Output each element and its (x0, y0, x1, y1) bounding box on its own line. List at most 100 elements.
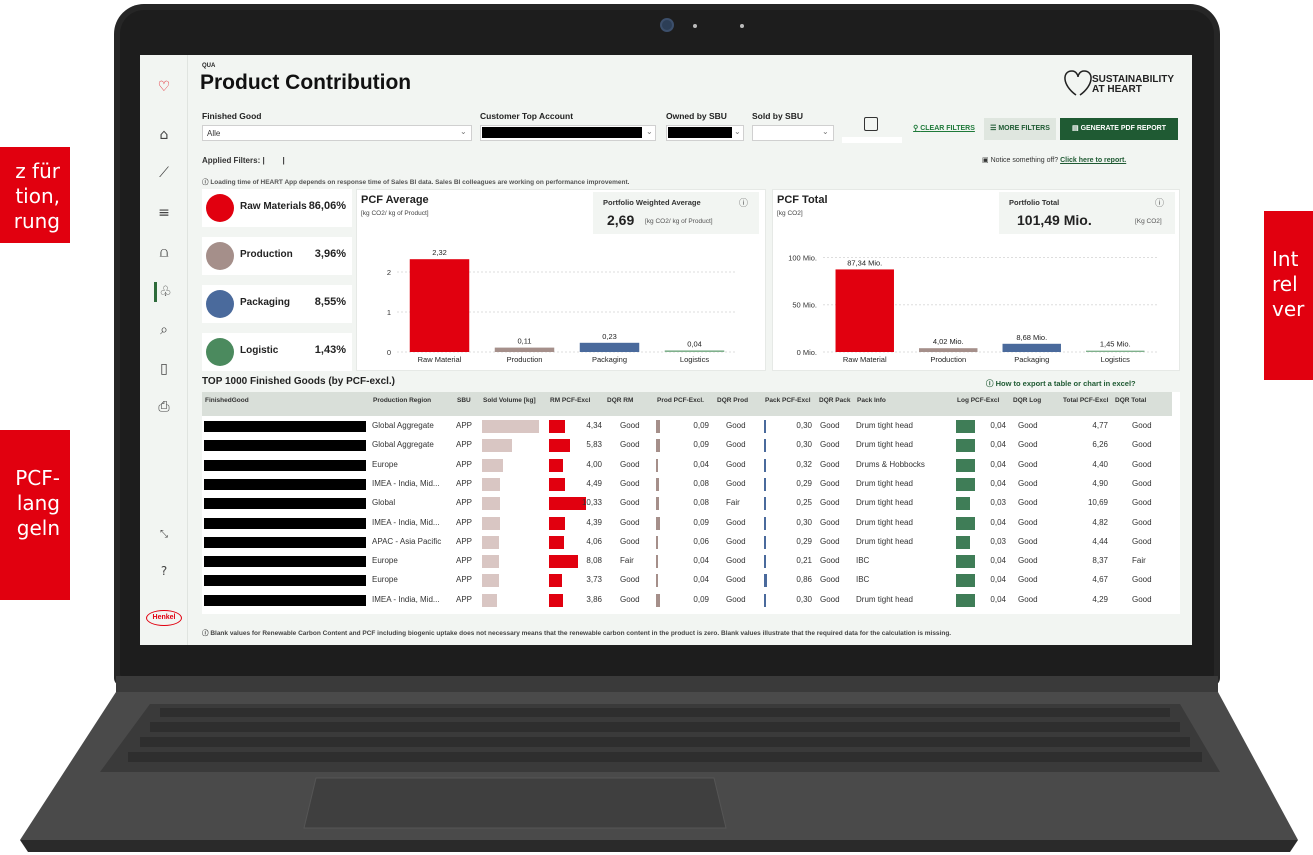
table-row[interactable]: Europe APP 8,08 Fair 0,04 Good 0,21 Good IBC 0,04… (202, 553, 1180, 570)
rm-pcf-value: 5,83 (586, 440, 602, 450)
table-row[interactable]: Global Aggregate APP 5,83 Good 0,09 Good 0,30 G… (202, 437, 1180, 454)
raw-materials-icon (206, 194, 234, 222)
generate-pdf-report-button[interactable]: ▤ GENERATE PDF REPORT (1060, 118, 1178, 140)
dqr-log-cell: Good (1018, 478, 1038, 488)
growth-icon[interactable]: ⌕ (154, 320, 174, 340)
column-header[interactable]: DQR Pack (816, 392, 854, 416)
dqr-prod-cell: Good (726, 536, 746, 546)
kpi-unit: [Kg CO2] (1135, 218, 1162, 225)
callout-left-top: z für tion, rung (0, 147, 70, 243)
generate-report-label: GENERATE PDF REPORT (1080, 125, 1166, 132)
y-tick-label: 1 (387, 308, 391, 317)
x-tick-label: Logistics (1101, 355, 1130, 364)
portfolio-weighted-average-kpi: Portfolio Weighted Average ⓘ 2,69 [kg CO… (593, 192, 759, 234)
redacted-finished-good (204, 440, 366, 452)
column-header[interactable]: DQR Prod (714, 392, 762, 416)
column-header[interactable]: Pack Info (854, 392, 954, 416)
data-label: 0,11 (517, 337, 531, 346)
production-region-cell: IMEA - India, Mid... (372, 594, 440, 604)
category-packaging[interactable]: Packaging 8,55% (202, 285, 352, 323)
column-header[interactable]: SBU (454, 392, 480, 416)
bar (579, 342, 640, 352)
callout-line: rung (13, 209, 60, 233)
column-header[interactable]: Prod PCF-Excl. (654, 392, 714, 416)
sold-volume-bar (482, 574, 499, 588)
table-row[interactable]: Europe APP 4,00 Good 0,04 Good 0,32 Good Drums &… (202, 457, 1180, 474)
print-icon[interactable]: ⎙ (154, 397, 174, 417)
product-icon[interactable]: ♧ (154, 282, 174, 302)
x-tick-label: Production (507, 355, 543, 364)
pack-pcf-value: 0,30 (796, 440, 812, 450)
category-raw-materials[interactable]: Raw Materials 86,06% (202, 189, 352, 227)
sold-volume-bar (482, 420, 539, 433)
info-icon[interactable]: ⓘ (1155, 196, 1164, 209)
table-row[interactable]: IMEA - India, Mid... APP 4,49 Good 0,08 Good 0… (202, 476, 1180, 493)
logo-text: SUSTAINABILITY AT HEART (1092, 74, 1174, 95)
kpi-unit: [kg CO2/ kg of Product] (645, 218, 713, 225)
column-header[interactable]: FinishedGood (202, 392, 370, 416)
table-row[interactable]: Global Aggregate APP 4,34 Good 0,09 Good 0,30 G… (202, 418, 1180, 435)
column-header[interactable]: DQR Log (1010, 392, 1060, 416)
grid-icon[interactable]: ▯ (154, 359, 174, 379)
report-link[interactable]: Click here to report. (1060, 157, 1126, 164)
dqr-rm-cell: Good (620, 536, 640, 546)
column-header[interactable]: Log PCF-Excl (954, 392, 1010, 416)
table-row[interactable]: Europe APP 3,73 Good 0,04 Good 0,86 Good IBC 0,04… (202, 572, 1180, 589)
dqr-prod-cell: Good (726, 556, 746, 566)
column-header[interactable]: Production Region (370, 392, 454, 416)
category-value: 3,96% (314, 248, 346, 260)
production-region-cell: Europe (372, 556, 398, 566)
data-label: 4,02 Mio. (933, 337, 964, 346)
category-logistic[interactable]: Logistic 1,43% (202, 333, 352, 371)
dqr-pack-cell: Good (820, 440, 840, 450)
column-header[interactable]: RM PCF-Excl (547, 392, 604, 416)
sensor-dot (693, 24, 697, 28)
dqr-total-cell: Good (1132, 536, 1152, 546)
column-header[interactable]: DQR Total (1112, 392, 1172, 416)
date-field[interactable] (842, 137, 902, 143)
y-tick-label: 100 Mio. (788, 253, 817, 262)
calendar-icon[interactable] (864, 117, 878, 131)
column-header[interactable]: Total PCF-Excl (1060, 392, 1112, 416)
export-help[interactable]: ⓘ How to export a table or chart in exce… (986, 378, 1136, 389)
x-tick-label: Logistics (680, 355, 709, 364)
redacted-value (668, 127, 732, 138)
sbu-cell: APP (456, 556, 473, 566)
layers-icon[interactable]: ≡ (154, 203, 174, 223)
info-icon: ⓘ (986, 379, 996, 388)
trend-icon[interactable]: ⟋ (154, 163, 174, 183)
sbu-cell: APP (456, 421, 473, 430)
table-row[interactable]: IMEA - India, Mid... APP 3,86 Good 0,09 Good 0… (202, 592, 1180, 609)
finished-good-select[interactable]: Alle (202, 125, 472, 141)
pack-pcf-value: 0,25 (796, 498, 812, 508)
table-row[interactable]: IMEA - India, Mid... APP 4,39 Good 0,09 Good 0… (202, 515, 1180, 532)
redacted-finished-good (204, 594, 366, 606)
table-row[interactable]: APAC - Asia Pacific APP 4,06 Good 0,06 Good 0,… (202, 534, 1180, 551)
pack-info-cell: IBC (856, 575, 870, 585)
bag-icon[interactable]: ⩍ (154, 243, 174, 263)
column-header[interactable]: Pack PCF-Excl (762, 392, 816, 416)
pdf-icon: ▤ (1072, 125, 1081, 132)
callout-line: geln (16, 516, 60, 540)
redacted-finished-good (204, 556, 366, 568)
factory-icon (206, 242, 234, 270)
clear-filters-button[interactable]: ⚲ CLEAR FILTERS (908, 118, 980, 140)
sold-volume-bar (482, 497, 500, 511)
category-production[interactable]: Production 3,96% (202, 237, 352, 275)
sbu-cell: APP (456, 575, 473, 585)
table-row[interactable]: Global APP 10,33 Good 0,08 Fair 0,25 Good Drum t… (202, 495, 1180, 512)
home-icon[interactable]: ⌂ (154, 125, 174, 145)
app-screen: ♡ ⌂ ⟋ ≡ ⩍ ♧ ⌕ ▯ ⎙ ⤡ ? Henkel QUA Product… (140, 55, 1192, 645)
bar (1002, 343, 1061, 352)
column-header[interactable]: Sold Volume [kg] (480, 392, 547, 416)
column-header[interactable]: DQR RM (604, 392, 654, 416)
pcf-average-unit: [kg CO2/ kg of Product] (361, 210, 429, 217)
dqr-log-cell: Good (1018, 536, 1038, 546)
expand-icon[interactable]: ⤡ (154, 525, 174, 545)
rm-pcf-value: 4,06 (586, 536, 602, 546)
heart-icon[interactable]: ♡ (154, 77, 174, 97)
help-icon[interactable]: ? (154, 561, 174, 581)
info-icon[interactable]: ⓘ (739, 196, 748, 209)
more-filters-button[interactable]: ☰ MORE FILTERS (984, 118, 1056, 140)
category-label: Production (240, 249, 293, 260)
